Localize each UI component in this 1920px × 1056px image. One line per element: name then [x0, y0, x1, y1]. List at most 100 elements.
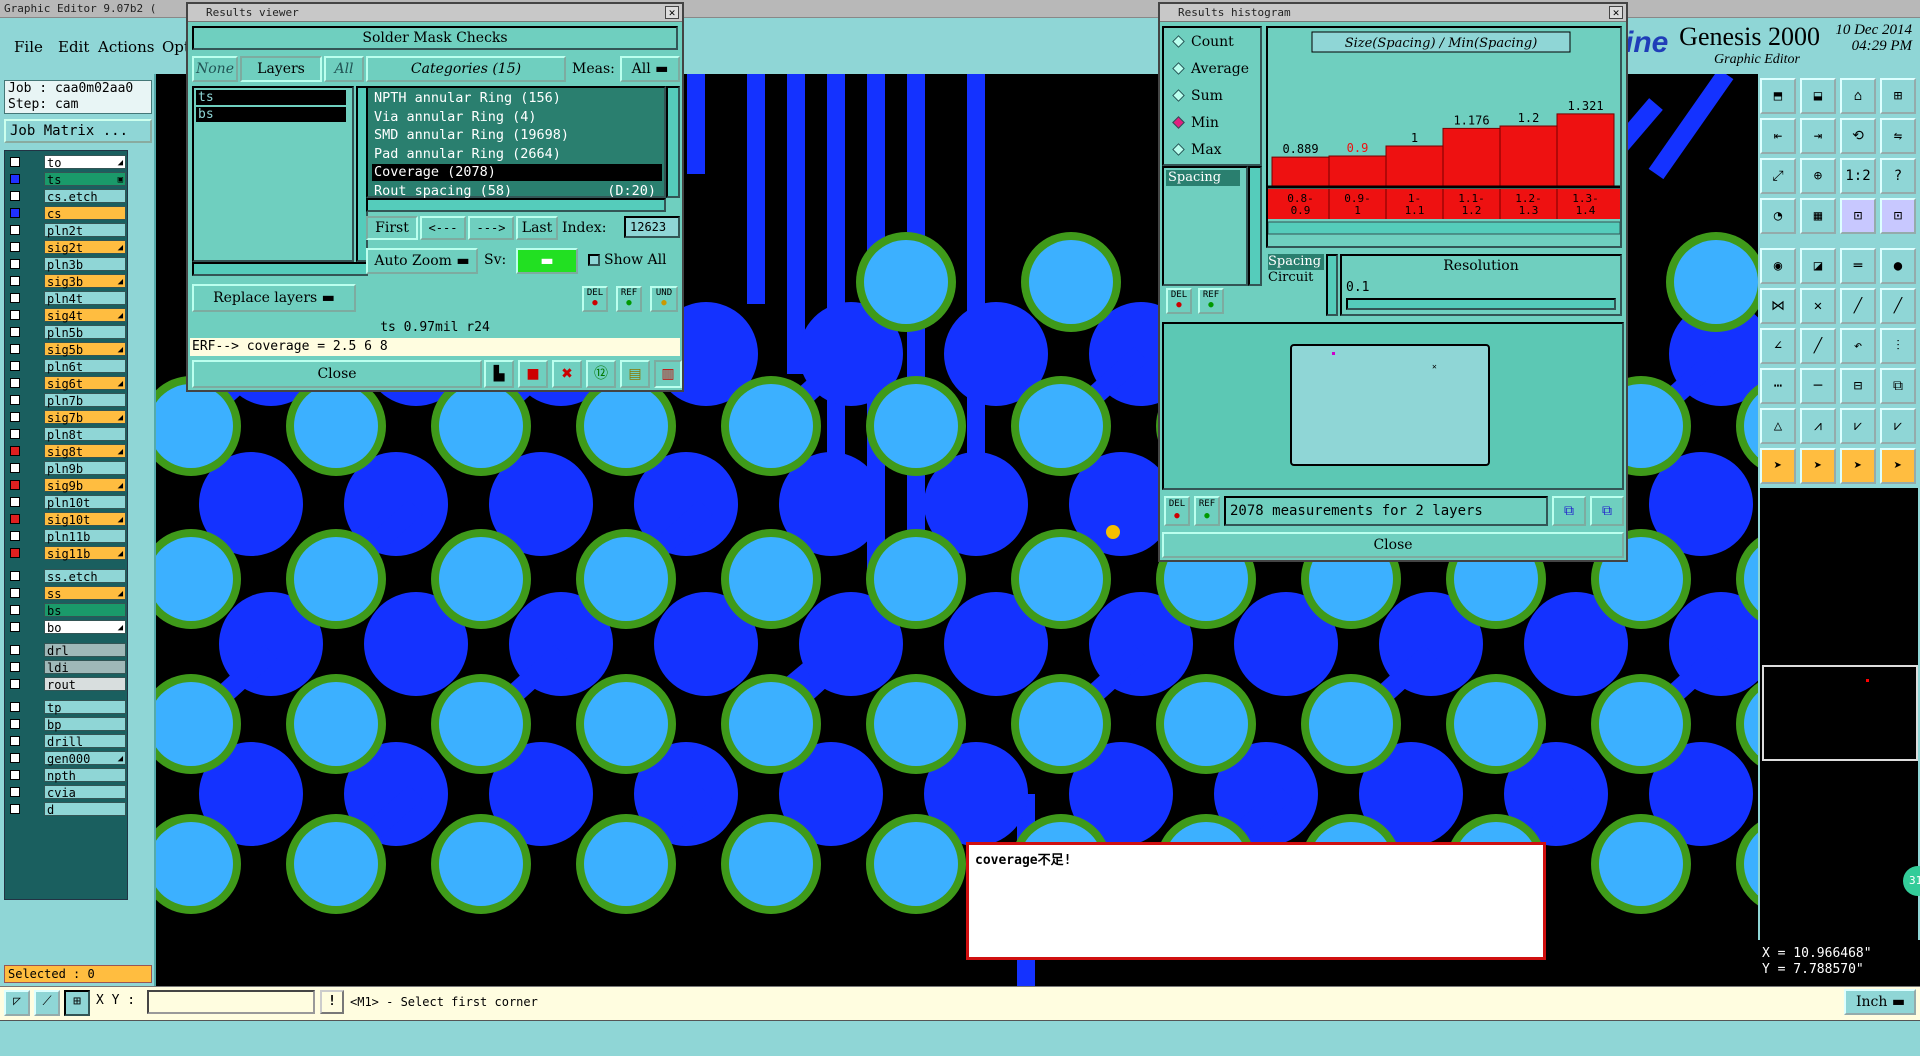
category-hscrollbar[interactable] [366, 198, 666, 212]
layer-name[interactable]: sig3b ◢ [44, 274, 126, 289]
histogram-hscrollbar[interactable] [1267, 221, 1621, 235]
home-icon[interactable]: ⌂ [1840, 78, 1876, 114]
layer-name[interactable]: sig4t ◢ [44, 308, 126, 323]
layer-up-icon[interactable]: ⬒ [1760, 78, 1796, 114]
layer-checkbox[interactable] [10, 293, 20, 303]
layer-name[interactable]: ldi [44, 660, 126, 675]
layer-name[interactable]: sig11b ◢ [44, 546, 126, 561]
layer-name[interactable]: pln6t [44, 359, 126, 374]
layers-button[interactable]: Layers [240, 56, 322, 82]
pad-icon[interactable]: ● [1880, 248, 1916, 284]
layer-checkbox[interactable] [10, 327, 20, 337]
arc-icon[interactable]: ╱ [1880, 288, 1916, 324]
measure-scrollbar[interactable] [1248, 166, 1262, 286]
layer-row-bp[interactable]: bp [8, 717, 126, 732]
layer-row-ss[interactable]: ss ◢ [8, 586, 126, 601]
histogram-bar[interactable] [1556, 113, 1615, 187]
histogram-bar[interactable] [1499, 125, 1558, 187]
layer-checkbox[interactable] [10, 480, 20, 490]
layer-row-pln3b[interactable]: pln3b [8, 257, 126, 272]
move-right-icon[interactable]: ⇥ [1800, 118, 1836, 154]
layer-name[interactable]: bs [44, 603, 126, 618]
node-icon[interactable]: ⋯ [1760, 368, 1796, 404]
layer-row-sig4t[interactable]: sig4t ◢ [8, 308, 126, 323]
layer-row-ts[interactable]: ts ▣ [8, 172, 126, 187]
layer-row-to[interactable]: to ◢ [8, 155, 126, 170]
layer-row-gen000[interactable]: gen000 ◢ [8, 751, 126, 766]
layer-row-bs[interactable]: bs [8, 603, 126, 618]
layer-checkbox[interactable] [10, 622, 20, 632]
histogram-close-button[interactable]: Close [1162, 532, 1624, 558]
grid-icon[interactable]: ⊞ [64, 990, 90, 1016]
line-icon[interactable]: ╱ [1840, 288, 1876, 324]
draw-icon[interactable]: ╱ [1800, 328, 1836, 364]
histogram-icon[interactable]: ▥ [654, 360, 682, 388]
last-button[interactable]: Last [516, 216, 558, 240]
import-icon[interactable]: ⧉ [1590, 496, 1624, 526]
window-icon[interactable]: ⊞ [1880, 78, 1916, 114]
ref-button[interactable]: REF ● [616, 286, 642, 312]
minimap[interactable] [1762, 665, 1918, 761]
layer-row-sig7b[interactable]: sig7b ◢ [8, 410, 126, 425]
layer-row-pln11b[interactable]: pln11b [8, 529, 126, 544]
layer-checkbox[interactable] [10, 736, 20, 746]
layer-name[interactable]: to ◢ [44, 155, 126, 170]
measure-icon[interactable]: ═ [1840, 248, 1876, 284]
layer-checkbox[interactable] [10, 787, 20, 797]
category-item[interactable]: Coverage (2078) [372, 164, 662, 181]
layer-name[interactable]: tp [44, 700, 126, 715]
layer-name[interactable]: sig7b ◢ [44, 410, 126, 425]
layer-name[interactable]: ss.etch [44, 569, 126, 584]
layer-checkbox[interactable] [10, 514, 20, 524]
result-layer-item[interactable]: ts [196, 90, 346, 105]
stat-option-max[interactable]: Max [1172, 142, 1222, 158]
menu-file[interactable]: File [14, 38, 43, 56]
arc-b-icon[interactable]: ⩘ [1800, 408, 1836, 444]
triangle-icon[interactable]: △ [1760, 408, 1796, 444]
layer-row-sig2t[interactable]: sig2t ◢ [8, 240, 126, 255]
category-item[interactable]: Via annular Ring (4) [372, 109, 662, 126]
layer-checkbox[interactable] [10, 463, 20, 473]
layer-row-npth[interactable]: npth [8, 768, 126, 783]
layer-name[interactable]: pln10t [44, 495, 126, 510]
scale-icon[interactable]: 1:2 [1840, 158, 1876, 194]
category-item[interactable]: NPTH annular Ring (156) [372, 90, 662, 107]
category-item[interactable]: SMD annular Ring (19698) [372, 127, 662, 144]
layer-name[interactable]: drill [44, 734, 126, 749]
snap-icon[interactable]: ⟋ [34, 990, 60, 1016]
layer-row-pln7b[interactable]: pln7b [8, 393, 126, 408]
histogram-bar[interactable] [1385, 145, 1444, 187]
all-button[interactable]: All [324, 56, 364, 82]
arc-c-icon[interactable]: ⩗ [1840, 408, 1876, 444]
layer-row-sig9b[interactable]: sig9b ◢ [8, 478, 126, 493]
layer-checkbox[interactable] [10, 645, 20, 655]
snap-b-icon[interactable]: ⊡ [1880, 198, 1916, 234]
layer-name[interactable]: pln3b [44, 257, 126, 272]
export-icon[interactable]: ⧉ [1552, 496, 1586, 526]
layer-name[interactable]: d [44, 802, 126, 817]
layer-row-sig10t[interactable]: sig10t ◢ [8, 512, 126, 527]
rotate-icon[interactable]: ⟲ [1840, 118, 1876, 154]
layer-checkbox[interactable] [10, 208, 20, 218]
layer-checkbox[interactable] [10, 259, 20, 269]
layer-checkbox[interactable] [10, 225, 20, 235]
layer-checkbox[interactable] [10, 770, 20, 780]
first-button[interactable]: First [366, 216, 418, 240]
pointer-icon[interactable]: ➤ [1760, 448, 1796, 484]
layer-row-pln5b[interactable]: pln5b [8, 325, 126, 340]
layer-row-rout[interactable]: rout [8, 677, 126, 692]
spacing-option[interactable]: Spacing [1268, 254, 1324, 270]
histogram-bar[interactable] [1328, 155, 1387, 187]
stat-option-average[interactable]: Average [1172, 61, 1249, 77]
layer-row-bo[interactable]: bo ◢ [8, 620, 126, 635]
layer-name[interactable]: sig8t ◢ [44, 444, 126, 459]
index-input[interactable]: 12623 [624, 216, 680, 238]
layer-checkbox[interactable] [10, 378, 20, 388]
angle-icon[interactable]: ∠ [1760, 328, 1796, 364]
option-scrollbar[interactable] [1326, 254, 1338, 316]
layer-checkbox[interactable] [10, 361, 20, 371]
alert-icon[interactable]: ! [320, 990, 344, 1014]
tool-a-icon[interactable]: ◔ [1760, 198, 1796, 234]
menu-edit[interactable]: Edit [58, 38, 89, 56]
layer-name[interactable]: ss ◢ [44, 586, 126, 601]
